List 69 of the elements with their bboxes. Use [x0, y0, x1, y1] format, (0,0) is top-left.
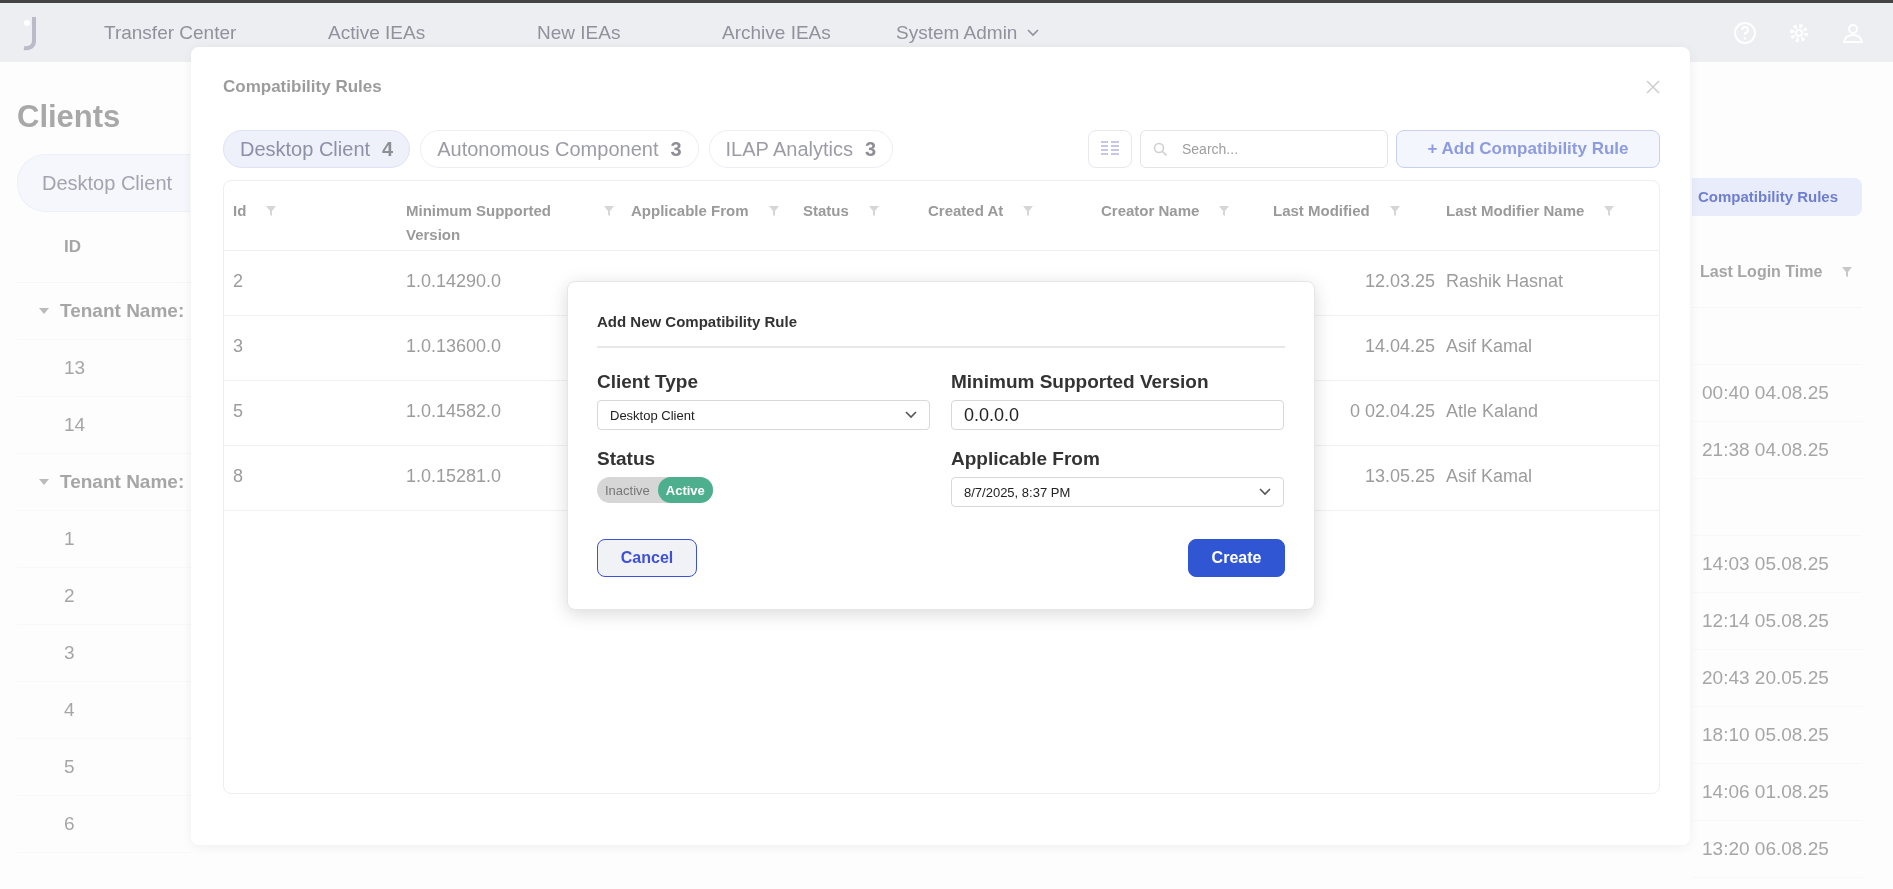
table-cell-text: 4: [64, 698, 75, 722]
table-cell-text: 5: [64, 755, 75, 779]
group-label: Tenant Name:: [60, 299, 185, 323]
table-cell: 14.04.25: [1364, 335, 1435, 357]
table-cell: 8: [233, 465, 243, 487]
nav-link[interactable]: Archive IEAs: [722, 21, 896, 44]
toggle-option[interactable]: Active: [657, 477, 713, 503]
table-cell: 1.0.14582.0: [406, 400, 502, 422]
nav-menu-label: System Admin: [896, 21, 1018, 44]
table-cell: Asif Kamal: [1446, 335, 1533, 357]
table-cell: 20:43 20.05.25: [1692, 650, 1862, 707]
column-header[interactable]: Status: [794, 181, 919, 250]
cancel-button[interactable]: Cancel: [597, 539, 697, 577]
table-cell: 5: [233, 400, 243, 422]
table-cell: 21:38 04.08.25: [1692, 422, 1862, 479]
table-cell-text: 14: [64, 413, 86, 437]
nav-link[interactable]: Active IEAs: [328, 21, 537, 44]
compatibility-rules-button[interactable]: Compatibility Rules: [1692, 178, 1862, 216]
table-cell: 1.0.15281.0: [406, 465, 502, 487]
nav-menu[interactable]: System Admin: [896, 21, 1040, 44]
dialog-title: Add New Compatibility Rule: [597, 313, 1285, 348]
client-type-tab[interactable]: Desktop Client 4: [223, 130, 411, 168]
field-label: Client Type: [597, 371, 699, 393]
table-cell-text: 3: [64, 641, 75, 665]
modal-title: Compatibility Rules: [223, 77, 382, 97]
column-header[interactable]: Created At: [919, 181, 1092, 250]
nav-link[interactable]: Transfer Center: [104, 21, 328, 44]
table-cell: 3: [233, 335, 243, 357]
table-cell: 1.0.14290.0: [406, 270, 502, 292]
toggle-option[interactable]: Inactive: [597, 477, 658, 503]
group-label: Tenant Name:: [60, 470, 185, 494]
search-field[interactable]: Search...: [1140, 130, 1388, 168]
table-cell-text: 1: [64, 527, 75, 551]
column-header[interactable]: Applicable From: [622, 181, 794, 250]
table-cell: 2: [233, 270, 243, 292]
column-header[interactable]: Last Modifier Name: [1437, 181, 1659, 250]
table-cell: 0 02.04.25: [1349, 400, 1435, 422]
column-header[interactable]: Minimum Supported Version: [397, 181, 622, 250]
table-cell: 00:40 04.08.25: [1692, 365, 1862, 422]
column-header[interactable]: Id: [224, 181, 397, 250]
table-cell-text: 13: [64, 356, 86, 380]
nav-link[interactable]: New IEAs: [537, 21, 722, 44]
table-cell: 14:06 01.08.25: [1692, 764, 1862, 821]
column-header[interactable]: Last Modified: [1264, 181, 1437, 250]
field-label: Applicable From: [951, 448, 1101, 470]
table-cell-text: 2: [64, 584, 75, 608]
table-cell: Atle Kaland: [1446, 400, 1539, 422]
table-cell: 13.05.25: [1364, 465, 1435, 487]
column-header: Last Login Time: [1700, 262, 1823, 282]
page-title: Clients: [17, 99, 122, 135]
status-toggle[interactable]: Inactive Active: [597, 477, 713, 503]
table-cell: 14:03 05.08.25: [1692, 536, 1862, 593]
create-button[interactable]: Create: [1188, 539, 1285, 577]
version-input[interactable]: 0.0.0.0: [951, 400, 1284, 430]
add-rule-button[interactable]: + Add Compatibility Rule: [1396, 130, 1660, 168]
table-cell-text: 6: [64, 812, 75, 836]
table-cell: 18:10 05.08.25: [1692, 707, 1862, 764]
table-cell: 1.0.13600.0: [406, 335, 502, 357]
table-cell: Asif Kamal: [1446, 465, 1533, 487]
table-cell: 13:20 06.08.25: [1692, 821, 1862, 878]
client-type-select[interactable]: Desktop Client: [597, 400, 930, 430]
client-tab[interactable]: Desktop Client: [17, 154, 190, 212]
field-label: Minimum Supported Version: [951, 371, 1210, 393]
table-cell: 12:14 05.08.25: [1692, 593, 1862, 650]
table-cell: Rashik Hasnat: [1446, 270, 1564, 292]
date-select[interactable]: 8/7/2025, 8:37 PM: [951, 477, 1284, 507]
table-cell: 12.03.25: [1364, 270, 1435, 292]
field-label: Status: [597, 448, 657, 470]
column-header[interactable]: Creator Name: [1092, 181, 1264, 250]
